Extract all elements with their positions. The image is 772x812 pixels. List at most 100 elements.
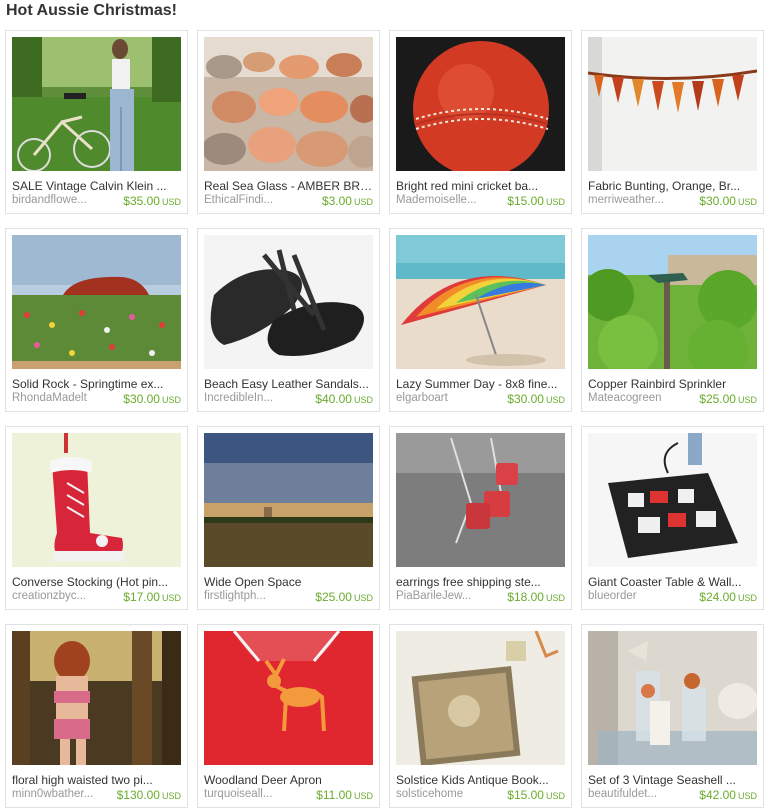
product-image[interactable]	[396, 631, 565, 765]
shop-name[interactable]: creationzbyc...	[12, 590, 97, 602]
product-title[interactable]: Giant Coaster Table & Wall...	[588, 575, 758, 589]
product-title[interactable]: Solid Rock - Springtime ex...	[12, 377, 182, 391]
price-currency: USD	[737, 197, 757, 207]
product-title[interactable]: SALE Vintage Calvin Klein ...	[12, 179, 182, 193]
price: $3.00 USD	[322, 194, 373, 208]
product-card[interactable]: Lazy Summer Day - 8x8 fine... elgarboart…	[389, 228, 572, 412]
price: $35.00 USD	[123, 194, 181, 208]
price: $25.00 USD	[315, 590, 373, 604]
price-amount: $42.00	[699, 788, 736, 802]
shop-name[interactable]: RhondaMadelt	[12, 392, 97, 404]
product-card[interactable]: Copper Rainbird Sprinkler Mateacogreen $…	[581, 228, 764, 412]
product-card[interactable]: Wide Open Space firstlightph... $25.00 US…	[197, 426, 380, 610]
product-card[interactable]: Real Sea Glass - AMBER BRO... EthicalFin…	[197, 30, 380, 214]
price-amount: $15.00	[507, 788, 544, 802]
shop-name[interactable]: birdandflowe...	[12, 194, 97, 206]
price-currency: USD	[353, 197, 373, 207]
shop-name[interactable]: minn0wbather...	[12, 788, 97, 800]
shop-name[interactable]: merriweather...	[588, 194, 673, 206]
product-card[interactable]: Converse Stocking (Hot pin... creationzb…	[5, 426, 188, 610]
shop-name[interactable]: turquoiseall...	[204, 788, 289, 800]
price-amount: $130.00	[116, 788, 160, 802]
product-card[interactable]: Set of 3 Vintage Seashell ... beautifuld…	[581, 624, 764, 808]
product-title[interactable]: floral high waisted two pi...	[12, 773, 182, 787]
price-currency: USD	[353, 395, 373, 405]
price-currency: USD	[161, 791, 181, 801]
price-amount: $15.00	[507, 194, 544, 208]
page-title: Hot Aussie Christmas!	[6, 2, 177, 19]
price-amount: $3.00	[321, 194, 352, 208]
product-card[interactable]: SALE Vintage Calvin Klein ... birdandflo…	[5, 30, 188, 214]
price-currency: USD	[353, 593, 373, 603]
product-image[interactable]	[396, 235, 565, 369]
price: $130.00 USD	[117, 788, 181, 802]
price: $42.00 USD	[699, 788, 757, 802]
price-currency: USD	[161, 395, 181, 405]
product-image[interactable]	[588, 235, 757, 369]
price-currency: USD	[545, 791, 565, 801]
product-card[interactable]: floral high waisted two pi... minn0wbath…	[5, 624, 188, 808]
shop-name[interactable]: Mademoiselle...	[396, 194, 481, 206]
price: $15.00 USD	[507, 788, 565, 802]
shop-name[interactable]: blueorder	[588, 590, 673, 602]
price-amount: $25.00	[699, 392, 736, 406]
product-image[interactable]	[204, 631, 373, 765]
product-title[interactable]: Solstice Kids Antique Book...	[396, 773, 566, 787]
product-card[interactable]: Fabric Bunting, Orange, Br... merriweath…	[581, 30, 764, 214]
product-title[interactable]: Beach Easy Leather Sandals...	[204, 377, 374, 391]
product-image[interactable]	[12, 235, 181, 369]
product-image[interactable]	[204, 37, 373, 171]
price-amount: $35.00	[123, 194, 160, 208]
product-card[interactable]: Woodland Deer Apron turquoiseall... $11.…	[197, 624, 380, 808]
price-amount: $30.00	[123, 392, 160, 406]
product-title[interactable]: Copper Rainbird Sprinkler	[588, 377, 758, 391]
price-currency: USD	[353, 791, 373, 801]
price-amount: $11.00	[316, 788, 352, 802]
product-card[interactable]: Bright red mini cricket ba... Mademoisel…	[389, 30, 572, 214]
price: $30.00 USD	[507, 392, 565, 406]
shop-name[interactable]: elgarboart	[396, 392, 481, 404]
product-card[interactable]: Beach Easy Leather Sandals... Incredible…	[197, 228, 380, 412]
product-title[interactable]: Set of 3 Vintage Seashell ...	[588, 773, 758, 787]
shop-name[interactable]: Mateacogreen	[588, 392, 673, 404]
product-image[interactable]	[204, 235, 373, 369]
price-currency: USD	[545, 197, 565, 207]
shop-name[interactable]: firstlightph...	[204, 590, 289, 602]
shop-name[interactable]: PiaBarileJew...	[396, 590, 481, 602]
product-image[interactable]	[204, 433, 373, 567]
product-card[interactable]: Solstice Kids Antique Book... solsticeho…	[389, 624, 572, 808]
price: $30.00 USD	[123, 392, 181, 406]
product-image[interactable]	[588, 37, 757, 171]
price-currency: USD	[161, 593, 181, 603]
price: $11.00 USD	[316, 788, 373, 802]
product-image[interactable]	[396, 37, 565, 171]
product-image[interactable]	[588, 631, 757, 765]
product-title[interactable]: Wide Open Space	[204, 575, 374, 589]
product-image[interactable]	[12, 37, 181, 171]
product-title[interactable]: Real Sea Glass - AMBER BRO...	[204, 179, 374, 193]
product-image[interactable]	[12, 631, 181, 765]
product-title[interactable]: Woodland Deer Apron	[204, 773, 374, 787]
product-image[interactable]	[12, 433, 181, 567]
product-title[interactable]: Converse Stocking (Hot pin...	[12, 575, 182, 589]
shop-name[interactable]: solsticehome	[396, 788, 481, 800]
price-amount: $24.00	[699, 590, 736, 604]
price: $25.00 USD	[699, 392, 757, 406]
product-title[interactable]: Lazy Summer Day - 8x8 fine...	[396, 377, 566, 391]
shop-name[interactable]: EthicalFindi...	[204, 194, 289, 206]
product-card[interactable]: Solid Rock - Springtime ex... RhondaMade…	[5, 228, 188, 412]
product-title[interactable]: Fabric Bunting, Orange, Br...	[588, 179, 758, 193]
product-image[interactable]	[588, 433, 757, 567]
price-amount: $17.00	[123, 590, 160, 604]
product-card[interactable]: Giant Coaster Table & Wall... blueorder …	[581, 426, 764, 610]
shop-name[interactable]: IncredibleIn...	[204, 392, 289, 404]
price-amount: $40.00	[315, 392, 352, 406]
price: $18.00 USD	[507, 590, 565, 604]
product-image[interactable]	[396, 433, 565, 567]
price: $30.00 USD	[699, 194, 757, 208]
shop-name[interactable]: beautifuldet...	[588, 788, 673, 800]
price-currency: USD	[161, 197, 181, 207]
product-title[interactable]: Bright red mini cricket ba...	[396, 179, 566, 193]
product-title[interactable]: earrings free shipping ste...	[396, 575, 566, 589]
product-card[interactable]: earrings free shipping ste... PiaBarileJ…	[389, 426, 572, 610]
